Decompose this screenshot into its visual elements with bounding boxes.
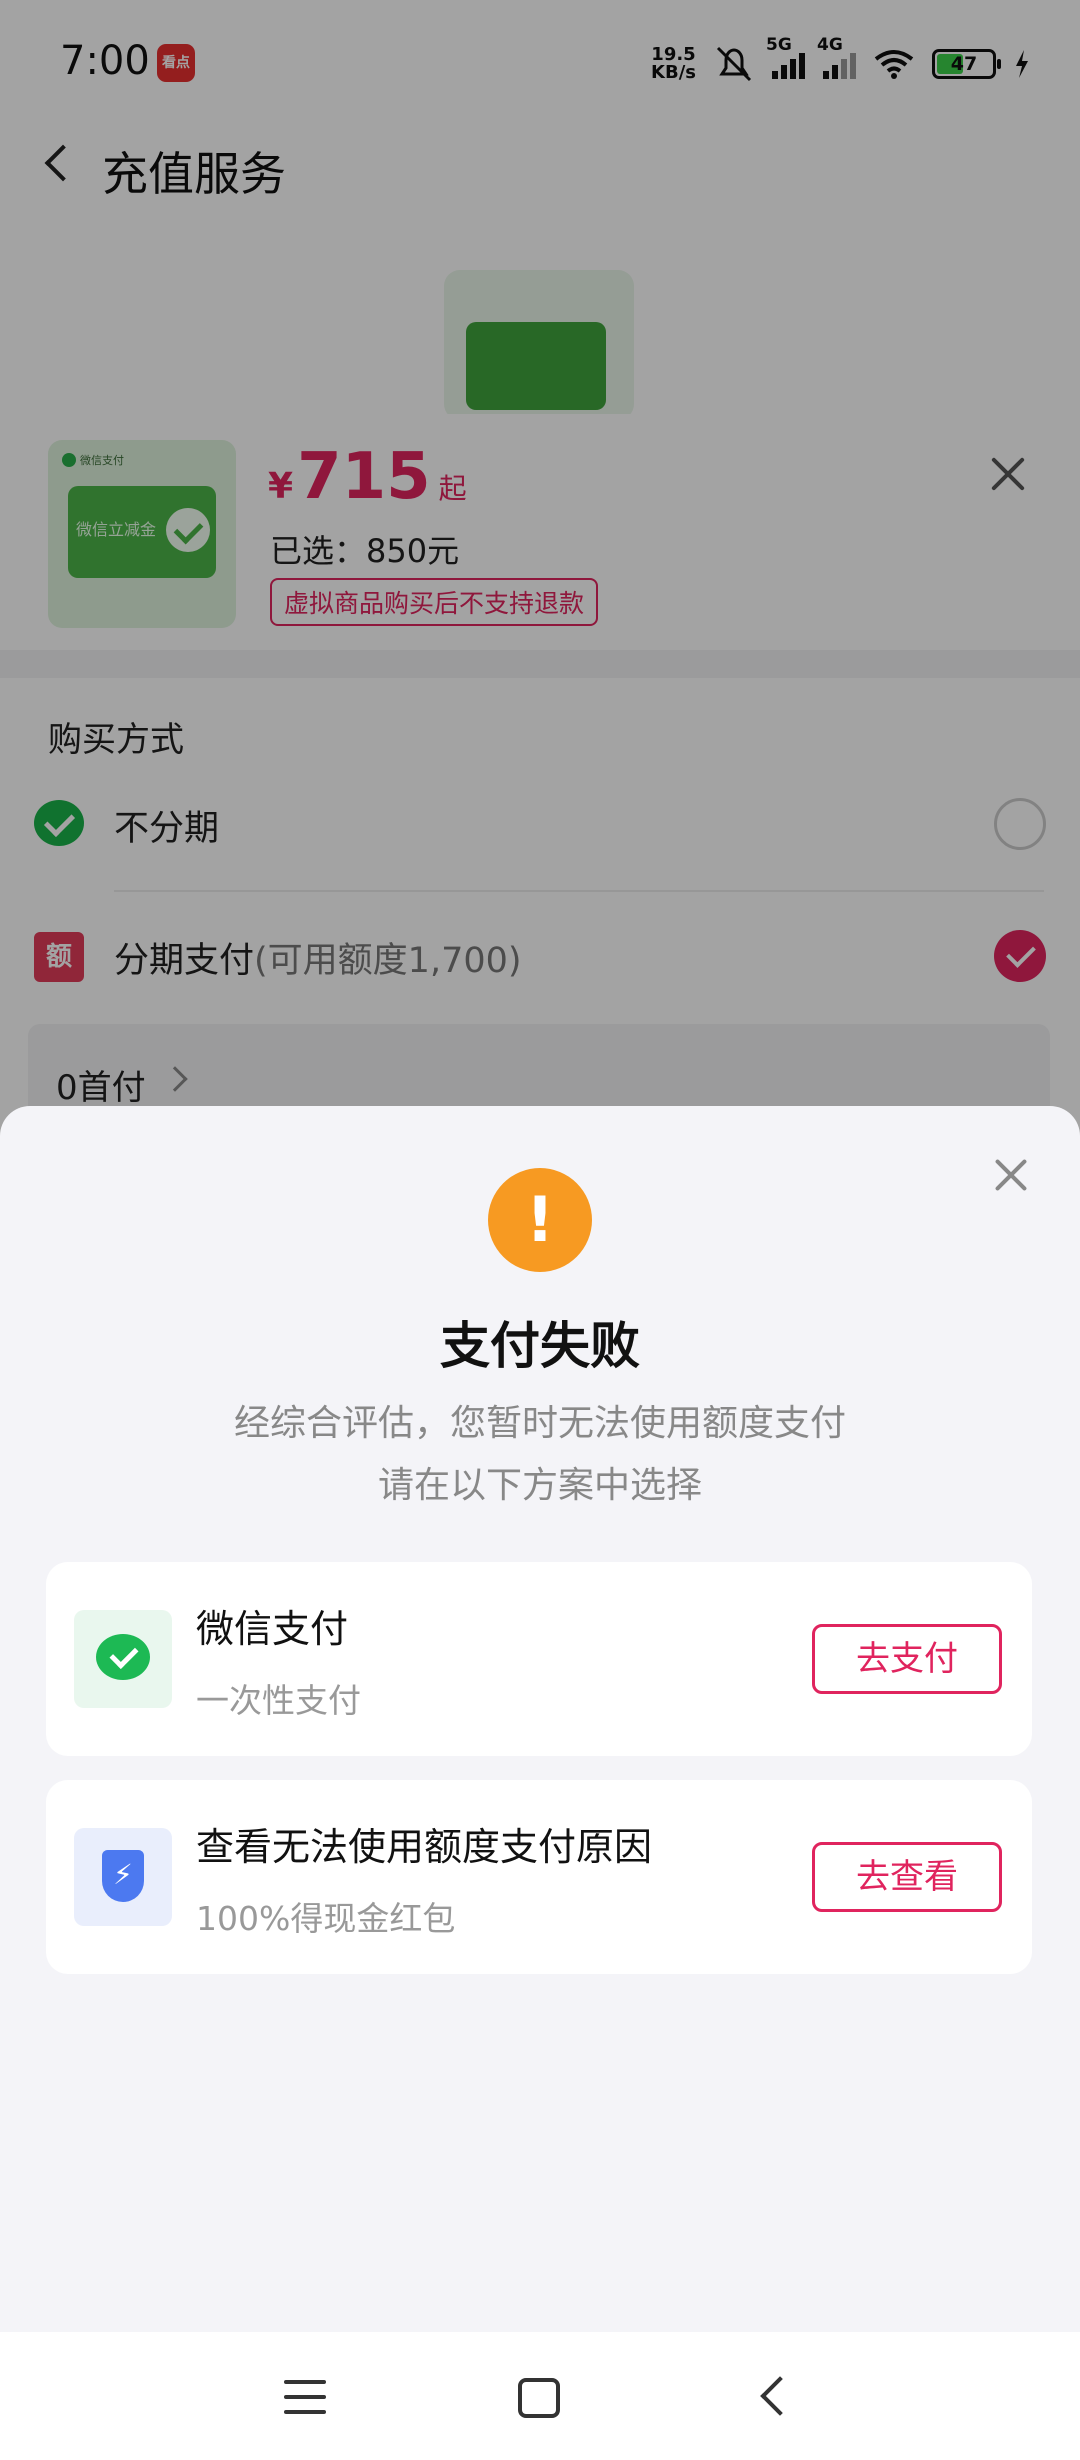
go-pay-button[interactable]: 去支付 bbox=[812, 1624, 1002, 1694]
option-title: 微信支付 bbox=[196, 1607, 349, 1651]
menu-icon[interactable] bbox=[284, 2380, 326, 2414]
view-reason-option[interactable]: ⚡ 查看无法使用额度支付原因 100%得现金红包 去查看 bbox=[46, 1780, 1032, 1974]
shield-icon: ⚡ bbox=[74, 1828, 172, 1926]
home-icon[interactable] bbox=[518, 2378, 560, 2418]
close-icon[interactable] bbox=[994, 1158, 1028, 1192]
dialog-title: 支付失败 bbox=[440, 1317, 640, 1375]
option-title: 查看无法使用额度支付原因 bbox=[196, 1825, 653, 1869]
go-view-button[interactable]: 去查看 bbox=[812, 1842, 1002, 1912]
warning-icon: ! bbox=[488, 1168, 592, 1272]
option-subtitle: 100%得现金红包 bbox=[196, 1899, 456, 1938]
dialog-description-2: 请在以下方案中选择 bbox=[377, 1465, 702, 1506]
wechat-pay-option[interactable]: 微信支付 一次性支付 去支付 bbox=[46, 1562, 1032, 1756]
wechat-pay-icon bbox=[74, 1610, 172, 1708]
option-subtitle: 一次性支付 bbox=[196, 1681, 361, 1720]
dialog-description: 经综合评估，您暂时无法使用额度支付 bbox=[233, 1403, 846, 1444]
